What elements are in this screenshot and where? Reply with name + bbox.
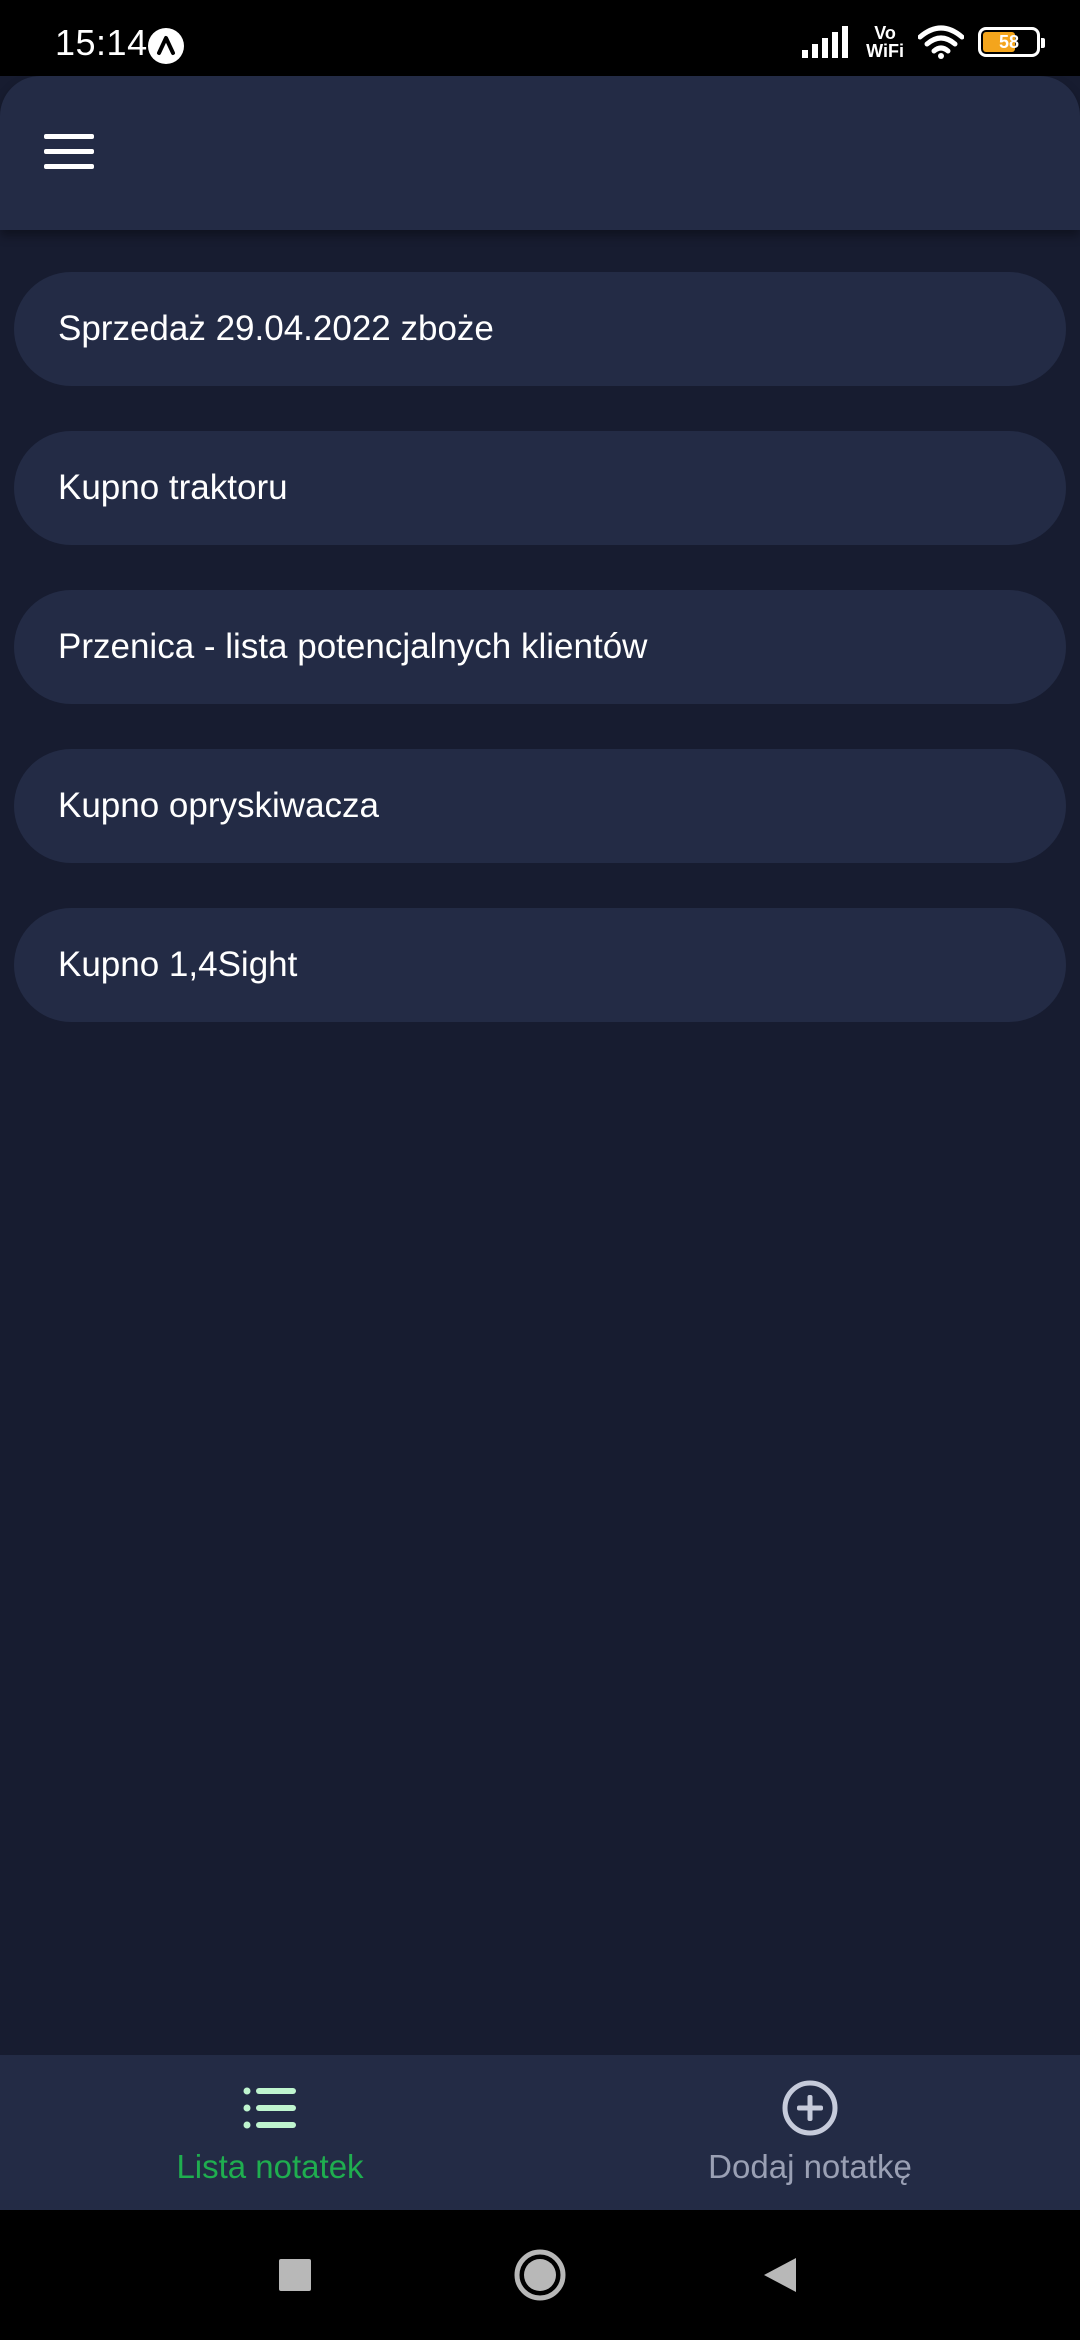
- home-icon[interactable]: [500, 2210, 580, 2340]
- wifi-icon: [918, 25, 964, 59]
- nav-label-note-list: Lista notatek: [176, 2148, 364, 2185]
- list-icon: [243, 2080, 297, 2136]
- notification-app-icon: [148, 28, 184, 64]
- nav-tab-note-list[interactable]: Lista notatek: [0, 2055, 540, 2210]
- system-navigation-bar: [0, 2210, 1080, 2340]
- back-icon[interactable]: [740, 2210, 820, 2340]
- status-time: 15:14: [55, 22, 148, 63]
- note-title: Przenica - lista potencjalnych klientów: [58, 627, 648, 666]
- list-item[interactable]: Kupno traktoru: [14, 431, 1066, 545]
- recents-icon[interactable]: [255, 2210, 335, 2340]
- vowifi-bottom-label: WiFi: [866, 41, 904, 61]
- list-item[interactable]: Sprzedaż 29.04.2022 zboże: [14, 272, 1066, 386]
- add-circle-icon: [781, 2080, 839, 2136]
- battery-level: 58: [998, 31, 1020, 52]
- hamburger-menu-icon[interactable]: [44, 134, 98, 174]
- vowifi-indicator: Vo WiFi: [866, 24, 904, 60]
- app-header: [0, 76, 1080, 230]
- note-title: Sprzedaż 29.04.2022 zboże: [58, 309, 494, 348]
- list-item[interactable]: Kupno 1,4Sight: [14, 908, 1066, 1022]
- status-icons: Vo WiFi 58: [802, 20, 1045, 64]
- notes-list: Sprzedaż 29.04.2022 zboże Kupno traktoru…: [14, 272, 1066, 1067]
- app-screen: 15:14 Vo WiFi 58 Sprzedaż 29.04.2022 zbo…: [0, 0, 1080, 2340]
- note-title: Kupno traktoru: [58, 468, 288, 507]
- list-item[interactable]: Kupno opryskiwacza: [14, 749, 1066, 863]
- cellular-signal-icon: [802, 26, 852, 58]
- list-item[interactable]: Przenica - lista potencjalnych klientów: [14, 590, 1066, 704]
- bottom-navigation: Lista notatek Dodaj notatkę: [0, 2055, 1080, 2210]
- status-bar: 15:14 Vo WiFi 58: [0, 0, 1080, 76]
- note-title: Kupno opryskiwacza: [58, 786, 379, 825]
- nav-tab-add-note[interactable]: Dodaj notatkę: [540, 2055, 1080, 2210]
- vowifi-top-label: Vo: [874, 23, 896, 43]
- note-title: Kupno 1,4Sight: [58, 945, 298, 984]
- nav-label-add-note: Dodaj notatkę: [708, 2148, 912, 2185]
- battery-icon: 58: [978, 27, 1045, 57]
